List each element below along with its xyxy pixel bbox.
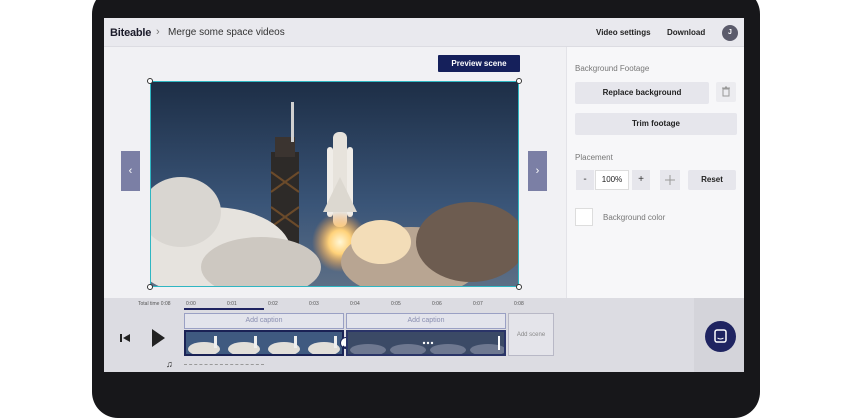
project-title[interactable]: Merge some space videos	[168, 27, 285, 38]
clip-thumbnails-2	[348, 332, 504, 354]
resize-handle-bottom-right[interactable]	[516, 284, 522, 290]
timeline-tick: 0:00	[186, 301, 196, 307]
timeline-tick: 0:02	[268, 301, 278, 307]
add-scene-button[interactable]: Add scene	[508, 313, 554, 356]
trim-footage-button[interactable]: Trim footage	[575, 113, 737, 135]
caption-field-scene-2[interactable]: Add caption	[346, 313, 506, 329]
crosshair-icon	[665, 175, 675, 185]
chat-icon	[714, 329, 727, 343]
resize-handle-bottom-left[interactable]	[147, 284, 153, 290]
preview-scene-button[interactable]: Preview scene	[438, 55, 520, 72]
play-icon	[152, 329, 165, 347]
timeline-tick: 0:08	[514, 301, 524, 307]
trash-icon	[722, 86, 730, 97]
next-scene-button[interactable]: ›	[528, 151, 547, 191]
delete-footage-button[interactable]	[716, 82, 736, 102]
app-screen: Biteable › Merge some space videos Video…	[104, 18, 744, 372]
timeline-tick: 0:04	[350, 301, 360, 307]
top-bar: Biteable › Merge some space videos Video…	[104, 18, 744, 47]
previous-scene-button[interactable]: ‹	[121, 151, 140, 191]
background-footage-title: Background Footage	[575, 64, 650, 73]
avatar[interactable]: J	[722, 25, 738, 41]
zoom-increase-button[interactable]: +	[632, 170, 650, 190]
replace-background-button[interactable]: Replace background	[575, 82, 709, 104]
timeline-tick: 0:07	[473, 301, 483, 307]
zoom-decrease-button[interactable]: -	[576, 170, 594, 190]
play-button[interactable]	[149, 327, 167, 349]
playhead-progress	[184, 308, 264, 310]
background-color-swatch[interactable]	[575, 208, 593, 226]
scene-clip-2[interactable]	[346, 330, 506, 356]
reset-placement-button[interactable]: Reset	[688, 170, 736, 190]
resize-handle-top-left[interactable]	[147, 78, 153, 84]
total-time: Total time 0:08	[138, 301, 171, 307]
background-color-label: Background color	[603, 213, 666, 222]
timeline-tick: 0:05	[391, 301, 401, 307]
timeline-tick: 0:06	[432, 301, 442, 307]
download-button[interactable]: Download	[667, 28, 705, 37]
scene-clip-1[interactable]	[184, 330, 344, 356]
skip-back-icon	[120, 334, 130, 342]
clip-thumbnails-1	[186, 332, 342, 354]
chat-support-button[interactable]	[705, 321, 736, 352]
placement-title: Placement	[575, 153, 613, 162]
timeline-tick: 0:01	[227, 301, 237, 307]
video-settings-button[interactable]: Video settings	[596, 28, 651, 37]
timeline-tick: 0:03	[309, 301, 319, 307]
audio-track[interactable]	[184, 364, 264, 365]
shuttle-launch-image	[151, 82, 518, 286]
scene-preview-image[interactable]	[150, 81, 519, 287]
chevron-right-icon: ›	[535, 165, 540, 177]
skip-to-start-button[interactable]	[118, 331, 132, 345]
caption-field-scene-1[interactable]: Add caption	[184, 313, 344, 329]
zoom-input[interactable]: 100%	[595, 170, 629, 190]
focal-point-button[interactable]	[660, 170, 680, 190]
breadcrumb-separator: ›	[156, 26, 160, 38]
chevron-left-icon: ‹	[128, 165, 133, 177]
resize-handle-top-right[interactable]	[516, 78, 522, 84]
music-icon[interactable]: ♫	[166, 359, 173, 369]
brand-logo[interactable]: Biteable	[110, 27, 151, 39]
